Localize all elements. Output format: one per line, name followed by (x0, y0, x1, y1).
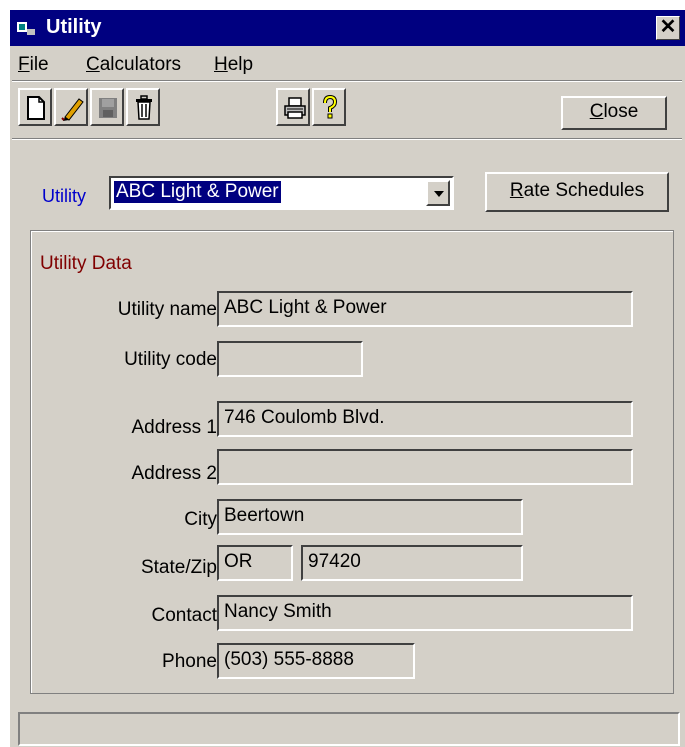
menu-separator (12, 80, 682, 82)
state-zip-label: State/Zip (140, 557, 217, 578)
edit-pencil-icon (61, 98, 84, 121)
utility-code-field[interactable] (217, 341, 363, 377)
menu-calculators[interactable]: Calculators (86, 54, 181, 76)
menu-bar: File Calculators Help (10, 46, 685, 80)
delete-button[interactable] (126, 88, 160, 126)
address1-field[interactable]: 746 Coulomb Blvd. (217, 401, 633, 437)
close-button[interactable]: Close (561, 96, 667, 130)
address2-field[interactable] (217, 449, 633, 485)
utility-data-title: Utility Data (40, 253, 132, 274)
state-field[interactable]: OR (217, 545, 293, 581)
dropdown-arrow-button[interactable] (426, 180, 450, 206)
utility-code-label: Utility code (124, 349, 217, 370)
phone-label: Phone (162, 651, 217, 672)
contact-label: Contact (151, 605, 217, 626)
city-field[interactable]: Beertown (217, 499, 523, 535)
delete-trash-icon (136, 95, 152, 120)
print-button[interactable] (276, 88, 310, 126)
status-bar (18, 712, 680, 746)
address1-label: Address 1 (131, 417, 217, 438)
contact-field[interactable]: Nancy Smith (217, 595, 633, 631)
utility-name-field[interactable]: ABC Light & Power (217, 291, 633, 327)
save-button[interactable] (90, 88, 124, 126)
new-button[interactable] (18, 88, 52, 126)
new-document-icon (27, 96, 45, 120)
rate-schedules-button[interactable]: Rate Schedules (485, 172, 669, 212)
utility-dropdown-value: ABC Light & Power (114, 181, 281, 203)
title-bar[interactable]: Utility ✕ (10, 10, 685, 46)
save-disk-icon (99, 98, 117, 118)
utility-selector-label: Utility (42, 186, 86, 206)
print-icon (284, 97, 306, 119)
utility-name-label: Utility name (117, 299, 217, 320)
help-button[interactable] (312, 88, 346, 126)
app-icon (17, 22, 35, 35)
address2-label: Address 2 (131, 463, 217, 484)
menu-file[interactable]: File (18, 54, 49, 76)
utility-dropdown[interactable]: ABC Light & Power (109, 176, 454, 210)
utility-data-frame: Utility Data Utility name ABC Light & Po… (30, 230, 674, 694)
window-title: Utility (46, 16, 102, 38)
edit-button[interactable] (54, 88, 88, 126)
toolbar-separator (12, 138, 682, 140)
zip-field[interactable]: 97420 (301, 545, 523, 581)
window-close-button[interactable]: ✕ (656, 16, 680, 40)
menu-help[interactable]: Help (214, 54, 253, 76)
phone-field[interactable]: (503) 555-8888 (217, 643, 415, 679)
utility-window: Utility ✕ File Calculators Help Close Ut… (8, 8, 685, 747)
city-label: City (184, 509, 217, 530)
chevron-down-icon (434, 191, 444, 197)
help-question-icon (323, 95, 338, 119)
close-icon: ✕ (659, 16, 677, 38)
